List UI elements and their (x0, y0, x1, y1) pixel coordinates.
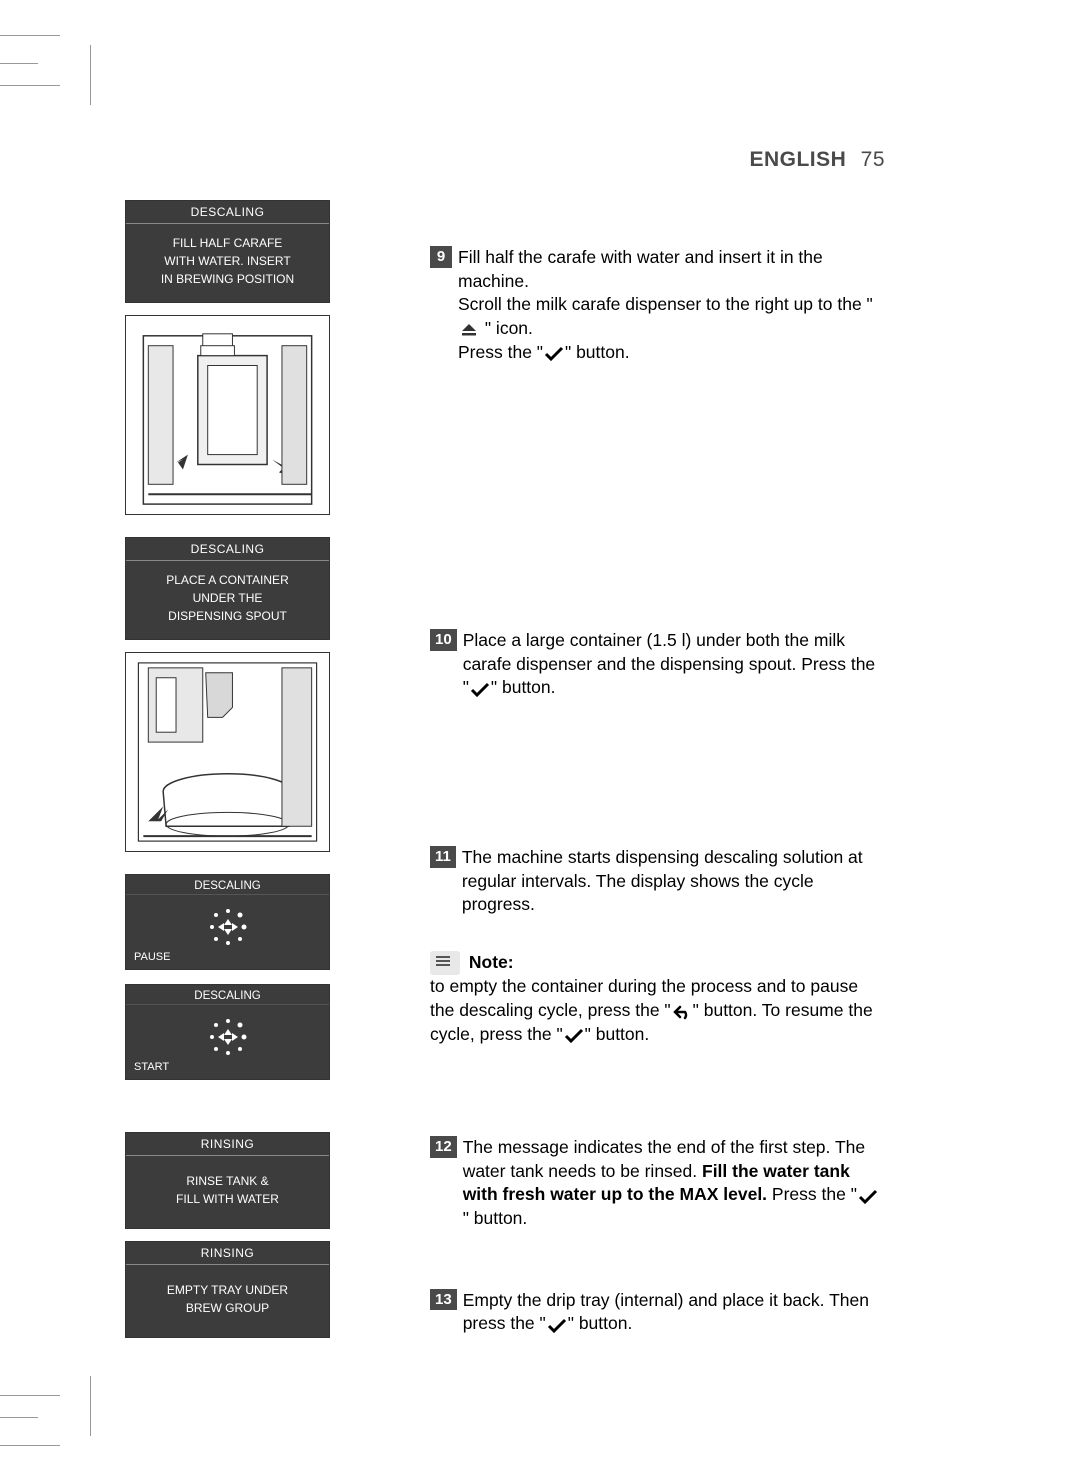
checkmark-icon (543, 345, 565, 361)
display-title: RINSING (126, 1133, 329, 1156)
right-column: 9 Fill half the carafe with water and in… (360, 200, 1020, 1368)
display-descaling-fill-carafe: DESCALING FILL HALF CARAFE WITH WATER. I… (125, 200, 330, 303)
display-descaling-progress-pause: DESCALING PAUSE (125, 874, 330, 970)
checkmark-icon (857, 1188, 879, 1204)
step-number: 12 (430, 1136, 457, 1158)
step-number: 13 (430, 1289, 457, 1311)
step-text: Empty the drip tray (internal) and place… (463, 1290, 869, 1334)
display-line: IN BREWING POSITION (132, 270, 323, 288)
note-icon (430, 951, 460, 975)
step-text: " button. (491, 677, 556, 697)
display-rinsing-tank: RINSING RINSE TANK & FILL WITH WATER (125, 1132, 330, 1229)
display-line: EMPTY TRAY UNDER (132, 1281, 323, 1299)
illustration-place-container (125, 652, 330, 852)
step-text: " button. (568, 1313, 633, 1333)
display-label: PAUSE (134, 951, 170, 963)
step-text: " button. (463, 1208, 528, 1228)
step-text: Press the " (767, 1184, 857, 1204)
page-header: ENGLISH 75 (60, 40, 1020, 172)
note-label: Note: (469, 952, 514, 972)
display-line: RINSE TANK & (132, 1172, 323, 1190)
note-block: Note: to empty the container during the … (430, 951, 885, 1046)
step-text: Scroll the milk carafe dispenser to the … (458, 294, 873, 314)
step-text: Fill half the carafe with water and inse… (458, 247, 823, 291)
eject-icon (458, 321, 480, 337)
display-descaling-progress-start: DESCALING START (125, 984, 330, 1080)
display-descaling-place-container: DESCALING PLACE A CONTAINER UNDER THE DI… (125, 537, 330, 640)
display-label: START (134, 1061, 169, 1073)
step-10: 10 Place a large container (1.5 l) under… (430, 629, 885, 700)
language-label: ENGLISH (749, 148, 846, 171)
step-number: 11 (430, 846, 456, 868)
display-title: RINSING (126, 1242, 329, 1265)
left-column: DESCALING FILL HALF CARAFE WITH WATER. I… (60, 200, 360, 1368)
step-number: 9 (430, 246, 452, 268)
step-text: " icon. (480, 318, 533, 338)
page-number: 75 (861, 148, 885, 171)
step-12: 12 The message indicates the end of the … (430, 1136, 885, 1231)
illustration-insert-carafe (125, 315, 330, 515)
crop-marks-bottom (0, 1356, 110, 1446)
display-line: BREW GROUP (132, 1299, 323, 1317)
display-title: DESCALING (126, 875, 329, 895)
back-arrow-icon (671, 1003, 693, 1019)
note-text: " button. (585, 1024, 650, 1044)
display-line: PLACE A CONTAINER (132, 571, 323, 589)
display-line: UNDER THE (132, 589, 323, 607)
step-13: 13 Empty the drip tray (internal) and pl… (430, 1289, 885, 1336)
display-title: DESCALING (126, 985, 329, 1005)
checkmark-icon (469, 681, 491, 697)
step-11: 11 The machine starts dispensing descali… (430, 846, 885, 917)
checkmark-icon (563, 1027, 585, 1043)
step-text: The machine starts dispensing descaling … (462, 847, 863, 914)
crop-marks-top (0, 35, 110, 125)
display-title: DESCALING (126, 538, 329, 561)
display-title: DESCALING (126, 201, 329, 224)
display-line: DISPENSING SPOUT (132, 607, 323, 625)
step-text: Press the " (458, 342, 543, 362)
step-9: 9 Fill half the carafe with water and in… (430, 246, 885, 364)
step-text: " button. (565, 342, 630, 362)
display-line: WITH WATER. INSERT (132, 252, 323, 270)
display-rinsing-tray: RINSING EMPTY TRAY UNDER BREW GROUP (125, 1241, 330, 1338)
display-line: FILL HALF CARAFE (132, 234, 323, 252)
checkmark-icon (546, 1317, 568, 1333)
step-number: 10 (430, 629, 457, 651)
display-line: FILL WITH WATER (132, 1190, 323, 1208)
